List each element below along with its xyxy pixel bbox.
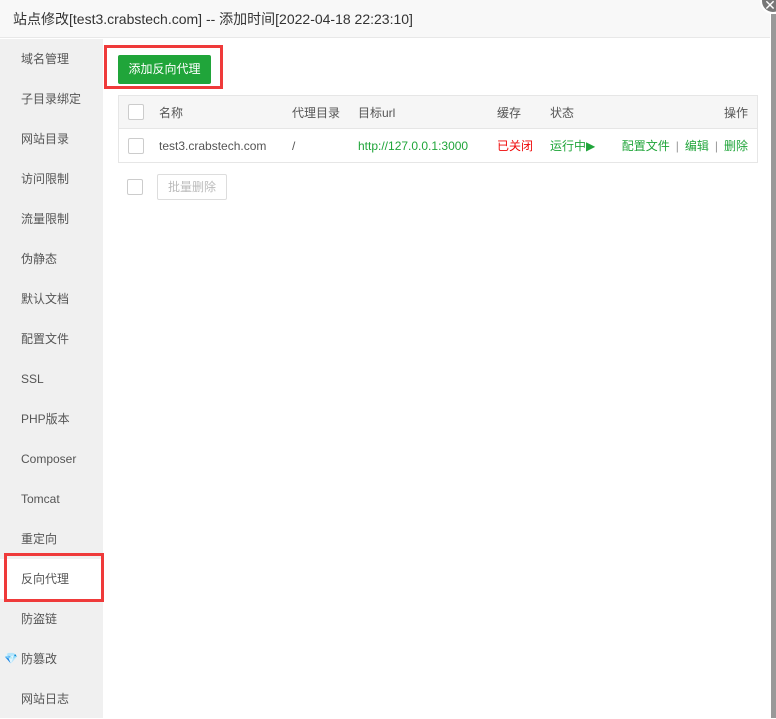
sidebar-item-site-dir[interactable]: 网站目录 (0, 119, 103, 159)
proxy-name: test3.crabstech.com (159, 138, 267, 153)
sidebar-item-config[interactable]: 配置文件 (0, 319, 103, 359)
sidebar-item-composer[interactable]: Composer (0, 439, 103, 479)
sidebar-item-hotlink[interactable]: 防盗链 (0, 599, 103, 639)
diamond-icon: 💎 (4, 653, 18, 665)
col-cache: 缓存 (497, 105, 522, 120)
edit-link[interactable]: 编辑 (685, 139, 709, 153)
cache-status[interactable]: 已关闭 (497, 137, 533, 154)
proxy-table: 名称 代理目录 目标url 缓存 状态 操作 test3.crabstech.c… (118, 95, 758, 163)
row-checkbox[interactable] (128, 137, 144, 154)
sidebar-item-domain[interactable]: 域名管理 (0, 39, 103, 79)
select-all-checkbox[interactable] (128, 104, 144, 120)
highlight-box (104, 45, 223, 89)
highlight-box (4, 553, 104, 602)
sidebar-item-subdir[interactable]: 子目录绑定 (0, 79, 103, 119)
window-title: 站点修改[test3.crabstech.com] -- 添加时间[2022-0… (0, 0, 770, 38)
sidebar-item-site-log[interactable]: 网站日志 (0, 679, 103, 719)
proxy-url: http://127.0.0.1:3000 (358, 138, 469, 153)
col-dir: 代理目录 (292, 105, 341, 120)
config-file-link[interactable]: 配置文件 (622, 139, 670, 153)
sidebar-item-default-doc[interactable]: 默认文档 (0, 279, 103, 319)
col-actions: 操作 (723, 105, 748, 120)
proxy-dir: / (292, 138, 296, 153)
sidebar-item-access-limit[interactable]: 访问限制 (0, 159, 103, 199)
sidebar-item-traffic-limit[interactable]: 流量限制 (0, 199, 103, 239)
divider: | (714, 139, 718, 153)
sidebar-item-php[interactable]: PHP版本 (0, 399, 103, 439)
col-url: 目标url (358, 105, 396, 120)
col-name: 名称 (159, 105, 184, 120)
sidebar-item-ssl[interactable]: SSL (0, 359, 103, 399)
run-status[interactable]: 运行中▶ (550, 137, 595, 154)
scrollbar[interactable] (771, 14, 776, 718)
divider: | (675, 139, 679, 153)
sidebar: 域名管理 子目录绑定 网站目录 访问限制 流量限制 伪静态 默认文档 配置文件 … (0, 39, 103, 718)
sidebar-item-label: 防篡改 (21, 652, 58, 666)
table-row: test3.crabstech.com / http://127.0.0.1:3… (119, 129, 757, 162)
col-status: 状态 (550, 105, 575, 120)
sidebar-item-rewrite[interactable]: 伪静态 (0, 239, 103, 279)
sidebar-item-tamper-proof[interactable]: 💎 防篡改 (0, 639, 103, 679)
sidebar-item-tomcat[interactable]: Tomcat (0, 479, 103, 519)
bulk-select-checkbox[interactable] (127, 179, 143, 195)
delete-link[interactable]: 删除 (724, 139, 748, 153)
table-header: 名称 代理目录 目标url 缓存 状态 操作 (119, 96, 757, 129)
bulk-delete-button[interactable]: 批量删除 (157, 174, 227, 200)
